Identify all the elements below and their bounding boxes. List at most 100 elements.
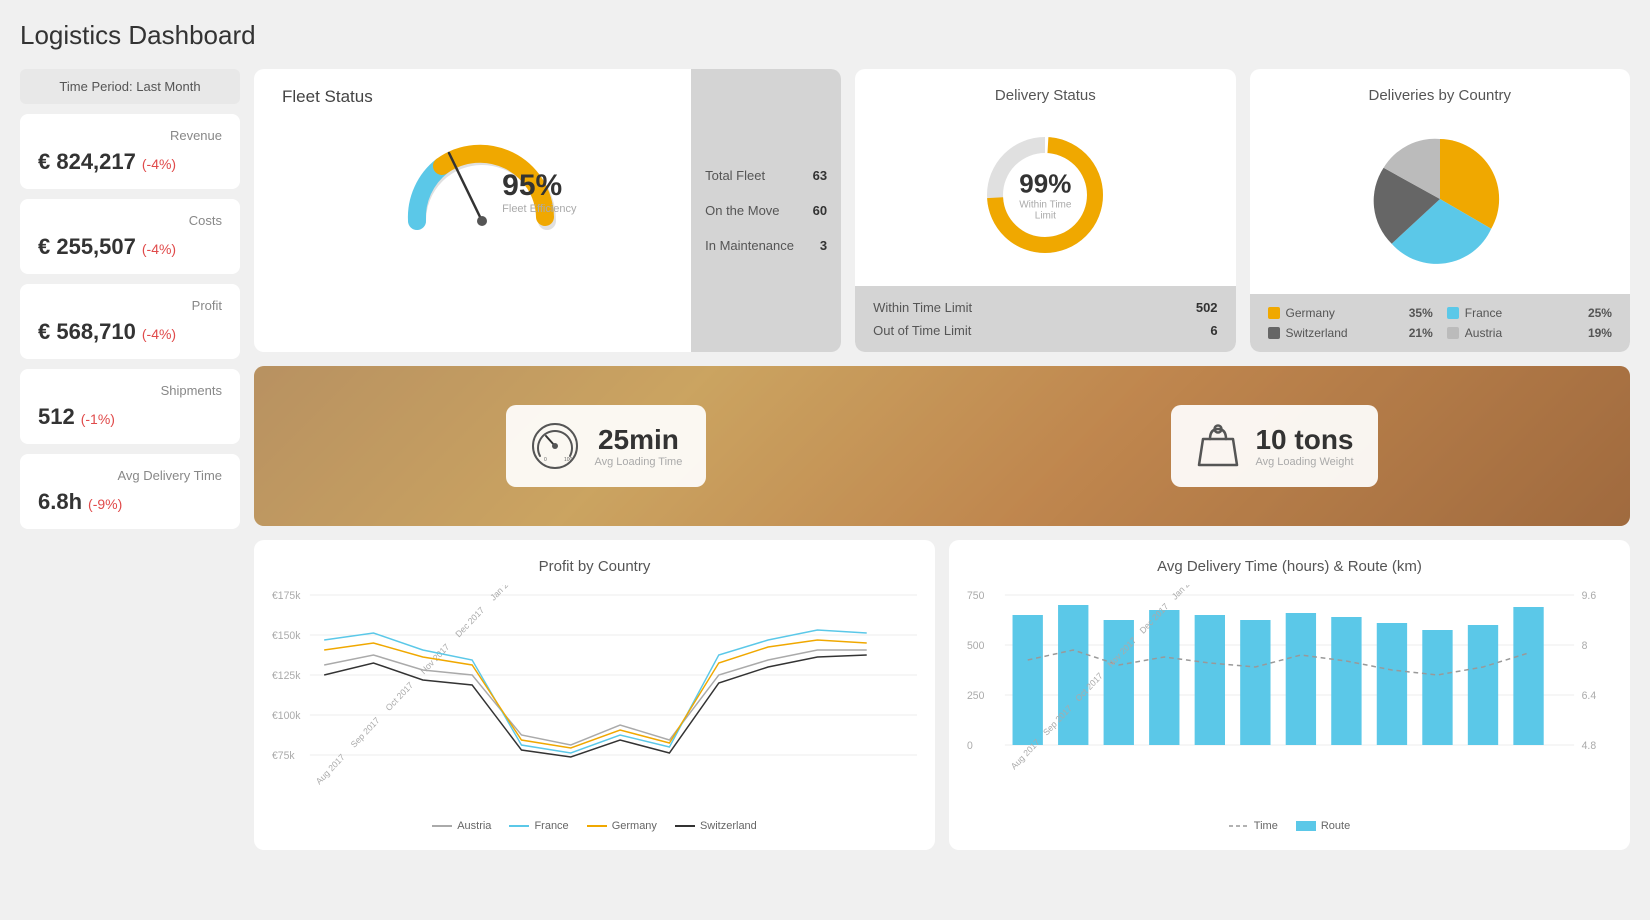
legend-germany: Germany 35% (1268, 306, 1433, 320)
profit-chart-title: Profit by Country (272, 558, 917, 575)
fleet-stat-move-value: 60 (813, 203, 827, 218)
svg-text:Oct 2017: Oct 2017 (384, 680, 415, 713)
delivery-out-value: 6 (1210, 323, 1217, 338)
loading-weight-label: Avg Loading Weight (1255, 456, 1353, 468)
svg-text:Jan 2018: Jan 2018 (488, 585, 520, 603)
delivery-within-label: Within Time Limit (873, 300, 972, 315)
svg-text:8: 8 (1582, 640, 1588, 652)
top-row: Fleet Status (254, 69, 1630, 352)
legend-france-pct: 25% (1588, 306, 1612, 320)
loading-weight-value: 10 tons (1255, 424, 1353, 456)
fleet-gauge: 95% Fleet Efficiency (397, 121, 567, 241)
kpi-shipments-label: Shipments (38, 383, 222, 398)
svg-text:4.8: 4.8 (1582, 740, 1597, 752)
svg-text:0: 0 (544, 457, 547, 463)
svg-text:750: 750 (967, 590, 984, 602)
svg-text:100: 100 (564, 457, 573, 463)
legend-austria-pct: 19% (1588, 326, 1612, 340)
middle-row: 0 100 25min Avg Loading Time (254, 366, 1630, 526)
banner-card: 0 100 25min Avg Loading Time (254, 366, 1630, 526)
svg-text:Dec 2017: Dec 2017 (453, 605, 486, 640)
svg-text:€100k: €100k (272, 710, 301, 722)
avg-delivery-legend: Time Route (967, 820, 1612, 832)
fleet-efficiency-value: 95% (502, 169, 576, 203)
delivery-stats: Within Time Limit 502 Out of Time Limit … (855, 286, 1235, 352)
france-line-sample (509, 825, 529, 827)
delivery-sub-label: Within Time Limit (1013, 200, 1078, 222)
germany-line-sample (587, 825, 607, 827)
fleet-stat-total: Total Fleet 63 (705, 168, 827, 183)
svg-text:0: 0 (967, 740, 973, 752)
austria-line-sample (432, 825, 452, 827)
banner-loading-weight: 10 tons Avg Loading Weight (1171, 405, 1377, 487)
kpi-profit-change: (-4%) (142, 326, 176, 342)
profit-by-country-card: Profit by Country €175k €150k €125k €100… (254, 540, 935, 850)
legend-france: France 25% (1447, 306, 1612, 320)
avg-delivery-chart-title: Avg Delivery Time (hours) & Route (km) (967, 558, 1612, 575)
legend-austria-label: Austria (1465, 326, 1502, 340)
fleet-stat-total-label: Total Fleet (705, 168, 765, 183)
avg-delivery-card: Avg Delivery Time (hours) & Route (km) 7… (949, 540, 1630, 850)
avg-delivery-chart-area: 750 500 250 0 9.6 8 6.4 4.8 (967, 585, 1612, 810)
legend-austria-line-label: Austria (457, 820, 491, 832)
kpi-shipments-value: 512 (38, 404, 75, 429)
kpi-shipments-change: (-1%) (81, 411, 115, 427)
delivery-stat-out: Out of Time Limit 6 (873, 323, 1217, 338)
legend-france-line: France (509, 820, 568, 832)
kpi-revenue: Revenue € 824,217 (-4%) (20, 114, 240, 189)
weight-icon (1195, 421, 1241, 471)
page-title: Logistics Dashboard (20, 20, 1630, 51)
delivery-pct: 99% (1013, 169, 1078, 200)
delivery-out-label: Out of Time Limit (873, 323, 971, 338)
kpi-revenue-value: € 824,217 (38, 149, 136, 174)
svg-text:€175k: €175k (272, 590, 301, 602)
legend-time: Time (1229, 820, 1278, 832)
fleet-efficiency-label: Fleet Efficiency (502, 203, 576, 215)
kpi-avg-delivery-value: 6.8h (38, 489, 82, 514)
legend-germany-label: Germany (1286, 306, 1335, 320)
content-area: Fleet Status (254, 69, 1630, 850)
legend-switzerland-dot (1268, 327, 1280, 339)
banner-loading-time: 0 100 25min Avg Loading Time (506, 405, 706, 487)
legend-route-label: Route (1321, 820, 1350, 832)
kpi-shipments: Shipments 512 (-1%) (20, 369, 240, 444)
legend-switzerland-label: Switzerland (1286, 326, 1348, 340)
delivery-status-card: Delivery Status 99% Wit (855, 69, 1235, 352)
profit-chart-legend: Austria France Germany Switzerland (272, 820, 917, 832)
legend-switzerland-line: Switzerland (675, 820, 757, 832)
svg-text:Aug 2017: Aug 2017 (314, 752, 347, 787)
legend-austria-dot (1447, 327, 1459, 339)
legend-switzerland: Switzerland 21% (1268, 326, 1433, 340)
delivery-donut: 99% Within Time Limit (980, 130, 1110, 260)
delivery-within-value: 502 (1196, 300, 1218, 315)
kpi-revenue-change: (-4%) (142, 156, 176, 172)
speedometer-icon: 0 100 (530, 421, 580, 471)
loading-time-label: Avg Loading Time (594, 456, 682, 468)
country-legend: Germany 35% France 25% Switzerland 21% (1250, 294, 1630, 352)
legend-austria-line: Austria (432, 820, 491, 832)
kpi-profit-value: € 568,710 (38, 319, 136, 344)
svg-text:Jan 2018: Jan 2018 (1170, 585, 1202, 602)
svg-text:250: 250 (967, 690, 984, 702)
legend-germany-pct: 35% (1409, 306, 1433, 320)
profit-chart-area: €175k €150k €125k €100k €75k Aug (272, 585, 917, 810)
deliveries-country-title: Deliveries by Country (1268, 87, 1612, 104)
legend-time-label: Time (1254, 820, 1278, 832)
time-period: Time Period: Last Month (20, 69, 240, 104)
kpi-revenue-label: Revenue (38, 128, 222, 143)
legend-france-label: France (1465, 306, 1502, 320)
legend-germany-line: Germany (587, 820, 657, 832)
kpi-avg-delivery-change: (-9%) (88, 496, 122, 512)
delivery-donut-section: 99% Within Time Limit (873, 118, 1217, 272)
fleet-stat-move: On the Move 60 (705, 203, 827, 218)
kpi-profit: Profit € 568,710(-4%) (20, 284, 240, 359)
kpi-costs-value: € 255,507 (38, 234, 136, 259)
svg-text:Sep 2017: Sep 2017 (349, 715, 382, 750)
kpi-costs: Costs € 255,507(-4%) (20, 199, 240, 274)
legend-austria: Austria 19% (1447, 326, 1612, 340)
sidebar: Time Period: Last Month Revenue € 824,21… (20, 69, 240, 850)
kpi-costs-change: (-4%) (142, 241, 176, 257)
legend-switzerland-line-label: Switzerland (700, 820, 757, 832)
fleet-stat-total-value: 63 (813, 168, 827, 183)
svg-text:€150k: €150k (272, 630, 301, 642)
